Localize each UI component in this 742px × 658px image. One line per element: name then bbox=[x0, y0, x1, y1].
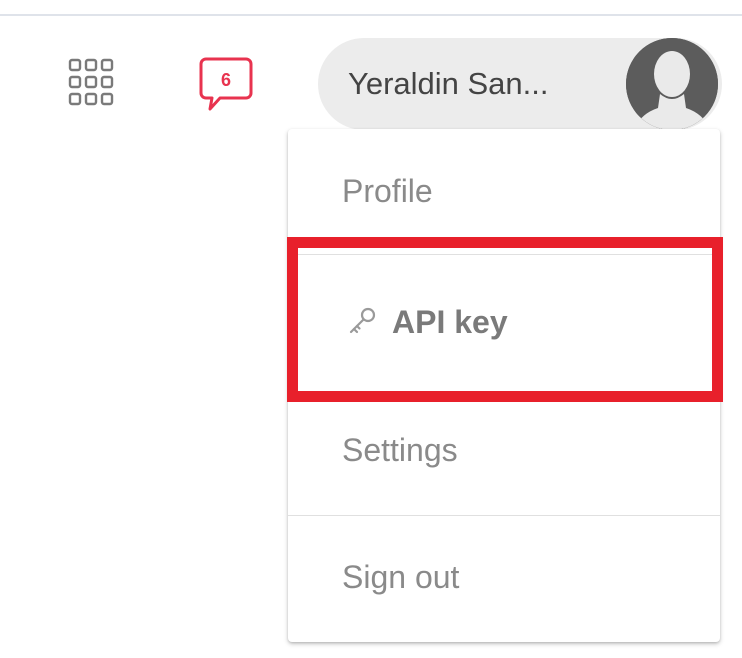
menu-item-settings[interactable]: Settings bbox=[288, 387, 720, 514]
user-silhouette-icon bbox=[626, 38, 718, 130]
apps-grid-icon[interactable] bbox=[66, 56, 118, 112]
key-icon bbox=[346, 305, 378, 337]
user-dropdown-menu: Profile API key Settings Sign out bbox=[288, 129, 720, 642]
menu-item-settings-label: Settings bbox=[342, 432, 458, 468]
avatar[interactable] bbox=[626, 38, 718, 130]
menu-item-profile-label: Profile bbox=[342, 173, 433, 209]
menu-item-sign-out-label: Sign out bbox=[342, 559, 460, 595]
user-account-button[interactable]: Yeraldin San... bbox=[318, 38, 722, 130]
menu-item-api-key-label: API key bbox=[392, 304, 508, 340]
notifications-button[interactable]: 6 bbox=[199, 56, 255, 112]
menu-item-profile[interactable]: Profile bbox=[288, 129, 720, 254]
menu-item-sign-out[interactable]: Sign out bbox=[288, 515, 720, 642]
notification-count-badge: 6 bbox=[220, 70, 231, 90]
top-divider bbox=[0, 14, 742, 16]
user-name-label: Yeraldin San... bbox=[348, 66, 549, 101]
